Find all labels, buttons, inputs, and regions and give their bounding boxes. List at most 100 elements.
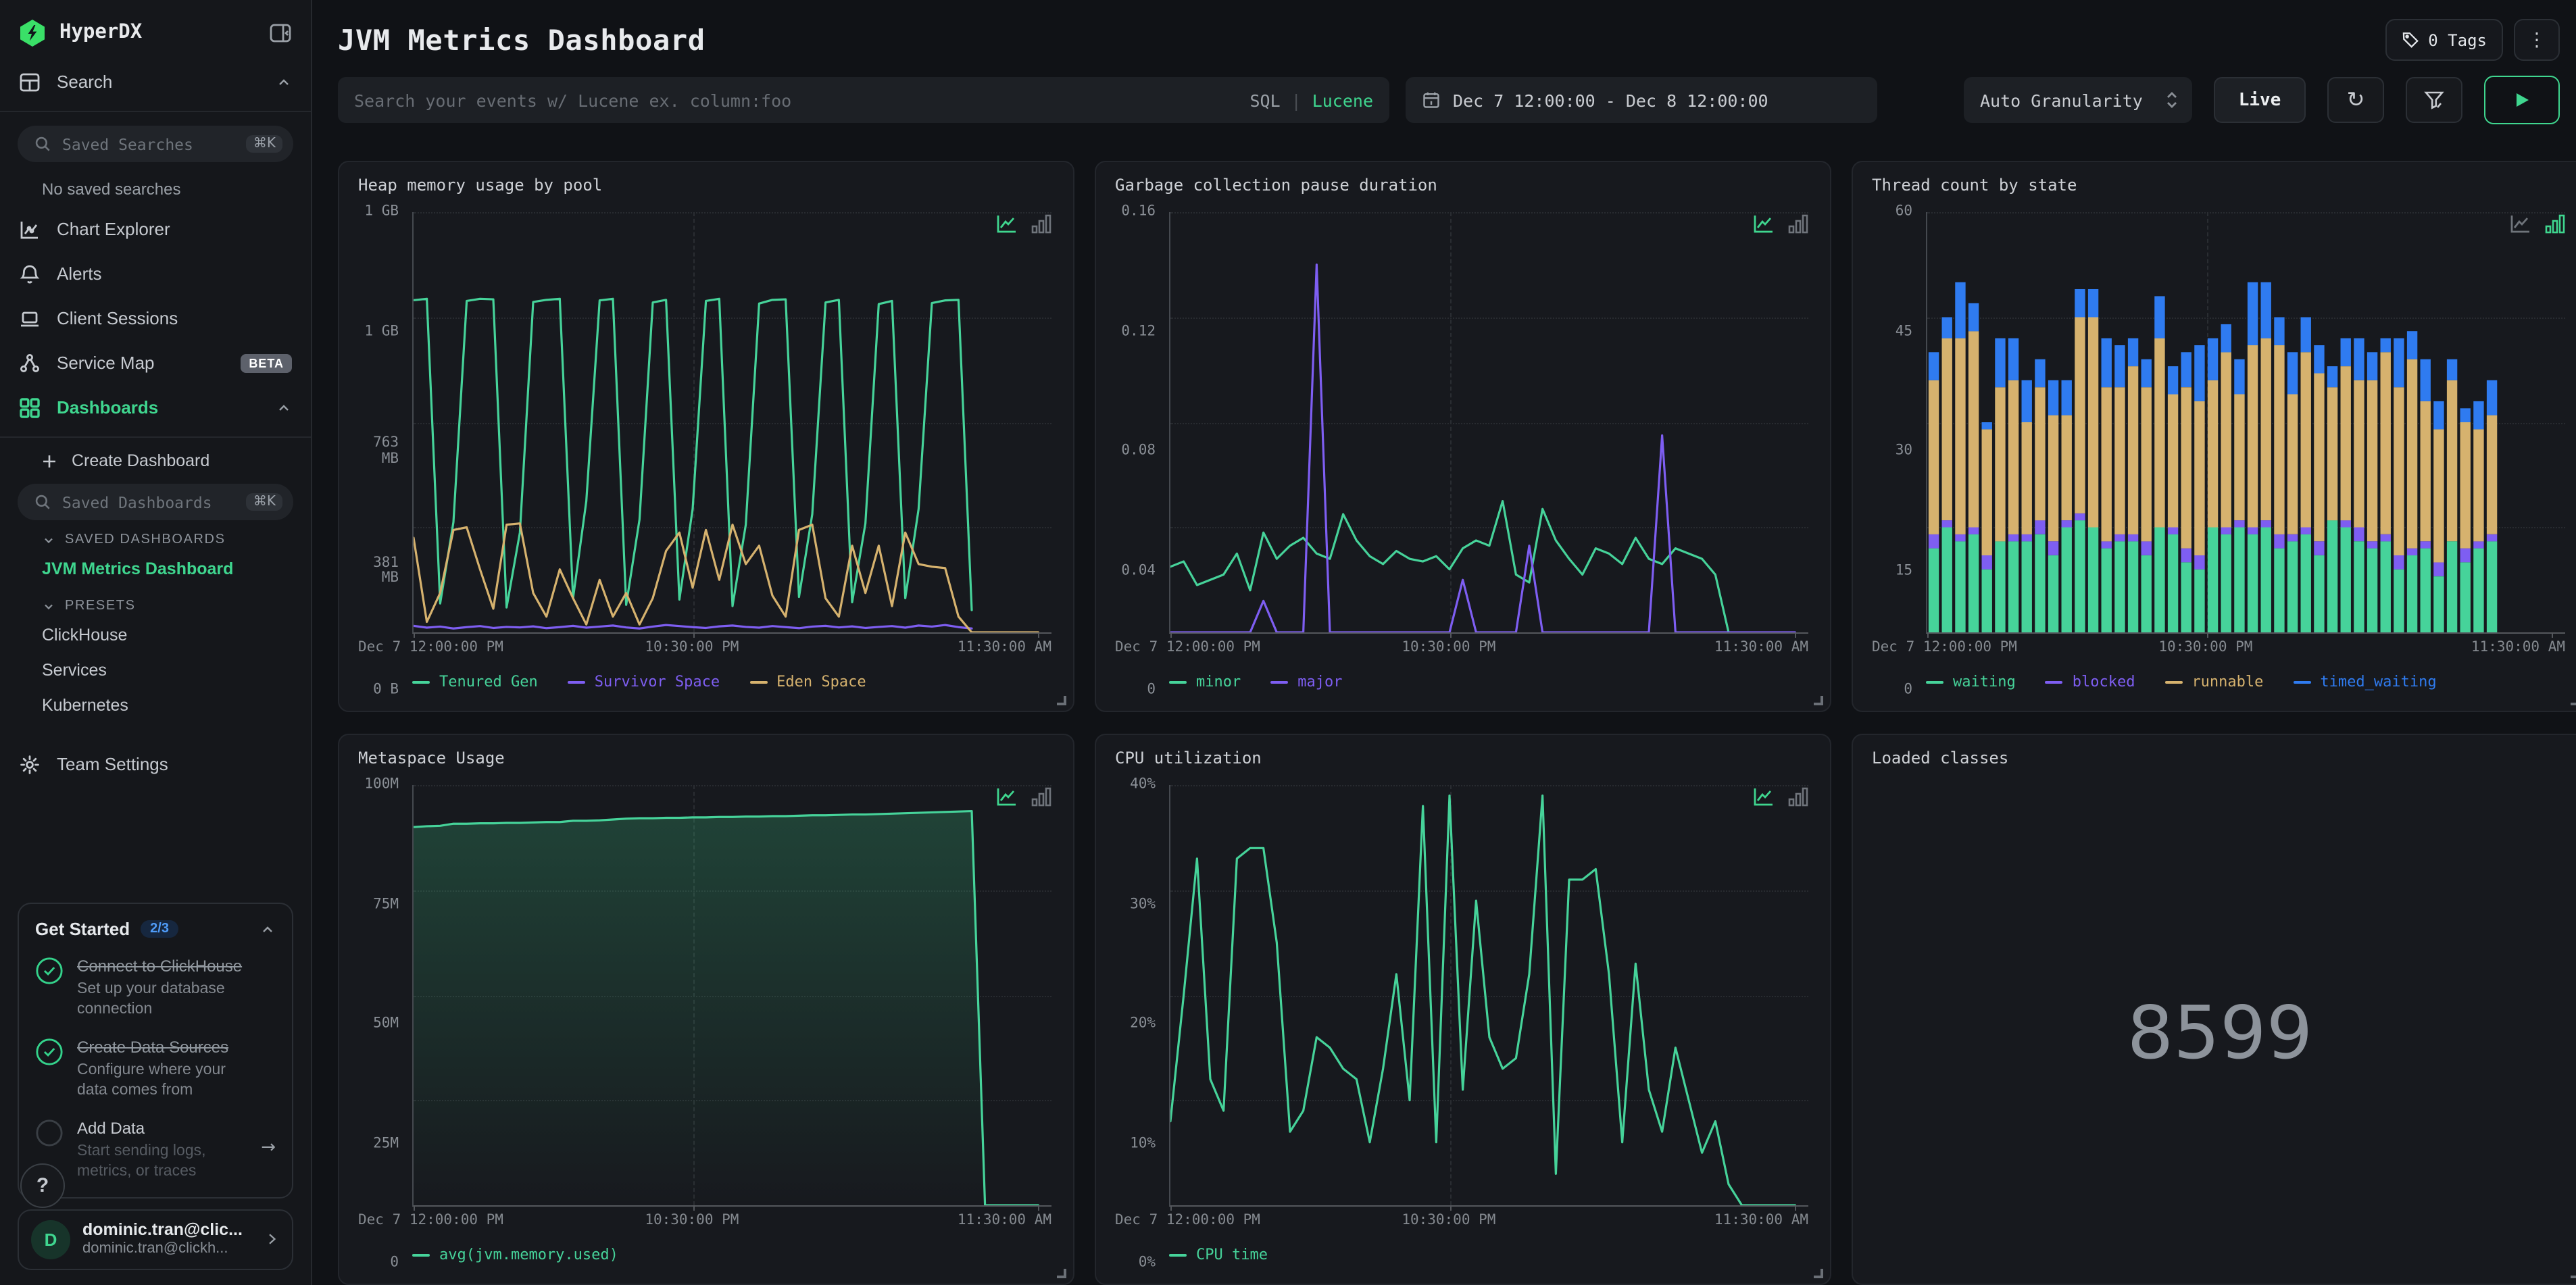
chart-legend: minor major bbox=[1169, 673, 1808, 690]
resize-handle[interactable] bbox=[1057, 1269, 1066, 1278]
x-tick-label: Dec 7 12:00:00 PM bbox=[1115, 639, 1260, 655]
y-tick-label: 0.04 bbox=[1121, 561, 1156, 578]
sidebar-item-team-settings[interactable]: Team Settings bbox=[0, 742, 311, 786]
logo-row: HyperDX bbox=[0, 0, 311, 59]
bar-chart-toggle-icon[interactable] bbox=[1788, 786, 1808, 807]
user-menu[interactable]: D dominic.tran@clic... dominic.tran@clic… bbox=[18, 1209, 293, 1270]
task-title: Connect to ClickHouse bbox=[77, 957, 243, 976]
get-started-item-add-data[interactable]: Add Data Start sending logs, metrics, or… bbox=[35, 1119, 276, 1182]
sidebar-item-dashboards[interactable]: Dashboards bbox=[0, 385, 311, 430]
resize-handle[interactable] bbox=[2571, 696, 2576, 705]
chevron-right-icon bbox=[264, 1232, 280, 1248]
more-menu-button[interactable]: ⋮ bbox=[2514, 19, 2560, 61]
y-tick-label: 0 bbox=[1147, 681, 1156, 698]
sidebar-item-client-sessions[interactable]: Client Sessions bbox=[0, 296, 311, 341]
x-tick-label: 11:30:00 AM bbox=[2471, 639, 2565, 655]
filter-button[interactable] bbox=[2406, 77, 2462, 123]
plot-area bbox=[1169, 212, 1808, 638]
loaded-classes-value: 8599 bbox=[2127, 990, 2313, 1076]
bar-chart-toggle-icon[interactable] bbox=[2545, 213, 2565, 234]
cmdk-shortcut: ⌘K bbox=[246, 493, 282, 511]
legend-item[interactable]: Eden Space bbox=[749, 673, 866, 690]
chevron-up-icon bbox=[259, 921, 276, 937]
sidebar-item-service-map[interactable]: Service Map BETA bbox=[0, 341, 311, 385]
chevron-down-icon bbox=[42, 599, 55, 613]
sidebar-item-alerts[interactable]: Alerts bbox=[0, 251, 311, 296]
refresh-button[interactable]: ↻ bbox=[2327, 77, 2384, 123]
legend-item[interactable]: minor bbox=[1169, 673, 1241, 690]
y-axis-labels: 1 GB 1 GB 763 MB 381 MB 0 B bbox=[355, 203, 405, 697]
resize-handle[interactable] bbox=[1814, 1269, 1823, 1278]
plus-icon bbox=[41, 452, 58, 470]
plot-area bbox=[1169, 785, 1808, 1211]
legend-item[interactable]: Survivor Space bbox=[567, 673, 720, 690]
chevron-up-icon bbox=[276, 399, 292, 415]
bar-chart-toggle-icon[interactable] bbox=[1031, 786, 1051, 807]
legend-item[interactable]: waiting bbox=[1926, 673, 2016, 690]
section-presets[interactable]: PRESETS bbox=[0, 586, 311, 618]
create-dashboard-button[interactable]: Create Dashboard bbox=[0, 440, 311, 473]
saved-searches-input[interactable]: Saved Searches ⌘K bbox=[18, 126, 293, 162]
get-started-item-connect[interactable]: Connect to ClickHouse Set up your databa… bbox=[35, 957, 276, 1020]
resize-handle[interactable] bbox=[1814, 696, 1823, 705]
x-axis-labels: Dec 7 12:00:00 PM 10:30:00 PM 11:30:00 AM bbox=[358, 1212, 1051, 1235]
legend-item[interactable]: avg(jvm.memory.used) bbox=[412, 1246, 618, 1263]
sidebar-item-kubernetes[interactable]: Kubernetes bbox=[0, 688, 311, 723]
legend-item[interactable]: major bbox=[1270, 673, 1343, 690]
y-tick-label: 40% bbox=[1130, 776, 1156, 792]
y-tick-label: 15 bbox=[1895, 561, 1912, 578]
sidebar-item-clickhouse[interactable]: ClickHouse bbox=[0, 618, 311, 653]
run-query-button[interactable] bbox=[2484, 76, 2560, 124]
sql-mode-toggle[interactable]: SQL bbox=[1249, 90, 1280, 110]
resize-handle[interactable] bbox=[2571, 1269, 2576, 1278]
chart-legend: avg(jvm.memory.used) bbox=[412, 1246, 1051, 1263]
create-dashboard-label: Create Dashboard bbox=[72, 451, 210, 470]
hyperdx-logo-icon bbox=[19, 18, 46, 47]
dashboard-grid: Heap memory usage by pool 1 GB 1 GB 763 MB… bbox=[338, 161, 2576, 1285]
get-started-header[interactable]: Get Started 2/3 bbox=[35, 919, 276, 939]
dashboard-header: JVM Metrics Dashboard 0 Tags ⋮ bbox=[338, 0, 2560, 62]
line-chart-toggle-icon[interactable] bbox=[2510, 213, 2531, 234]
lucene-mode-toggle[interactable]: Lucene bbox=[1312, 90, 1373, 110]
line-chart-toggle-icon[interactable] bbox=[996, 786, 1018, 807]
section-label: SAVED DASHBOARDS bbox=[65, 532, 226, 547]
resize-handle[interactable] bbox=[1057, 696, 1066, 705]
get-started-item-sources[interactable]: Create Data Sources Configure where your… bbox=[35, 1038, 276, 1101]
section-saved-dashboards[interactable]: SAVED DASHBOARDS bbox=[0, 520, 311, 551]
legend-item[interactable]: blocked bbox=[2045, 673, 2135, 690]
line-chart-toggle-icon[interactable] bbox=[1753, 213, 1775, 234]
bar-chart-toggle-icon[interactable] bbox=[1788, 213, 1808, 234]
app: HyperDX Search Saved Searches ⌘K No save… bbox=[0, 0, 2576, 1285]
sidebar-item-chart-explorer[interactable]: Chart Explorer bbox=[0, 207, 311, 251]
chevron-up-icon bbox=[276, 74, 292, 90]
help-button[interactable]: ? bbox=[20, 1163, 65, 1208]
bar-chart-toggle-icon[interactable] bbox=[1031, 213, 1051, 234]
plot-area bbox=[412, 212, 1051, 638]
tags-button[interactable]: 0 Tags bbox=[2385, 19, 2503, 61]
collapse-sidebar-icon[interactable] bbox=[269, 21, 292, 44]
check-circle-icon bbox=[35, 957, 64, 985]
saved-dashboards-input[interactable]: Saved Dashboards ⌘K bbox=[18, 484, 293, 520]
sidebar-item-jvm-metrics-dashboard[interactable]: JVM Metrics Dashboard bbox=[0, 551, 311, 586]
legend-item[interactable]: CPU time bbox=[1169, 1246, 1268, 1263]
legend-item[interactable]: runnable bbox=[2164, 673, 2263, 690]
sidebar-item-services[interactable]: Services bbox=[0, 653, 311, 688]
chart-card-cpu: CPU utilization 40% 30% 20% 10% 0% Dec 7 12:… bbox=[1095, 734, 1831, 1285]
line-chart-toggle-icon[interactable] bbox=[996, 213, 1018, 234]
line-chart-toggle-icon[interactable] bbox=[1753, 786, 1775, 807]
chart-legend: Tenured Gen Survivor Space Eden Space bbox=[412, 673, 1051, 690]
y-tick-label: 50M bbox=[373, 1015, 399, 1032]
sidebar-item-label: Alerts bbox=[57, 263, 102, 284]
live-button[interactable]: Live bbox=[2214, 77, 2306, 123]
y-tick-label: 45 bbox=[1895, 322, 1912, 339]
legend-item[interactable]: Tenured Gen bbox=[412, 673, 538, 690]
avatar: D bbox=[31, 1219, 70, 1259]
sidebar-item-search[interactable]: Search bbox=[0, 59, 311, 104]
date-range-picker[interactable]: Dec 7 12:00:00 - Dec 8 12:00:00 bbox=[1406, 77, 1877, 123]
granularity-select[interactable]: Auto Granularity bbox=[1964, 77, 2192, 123]
event-search-input[interactable]: Search your events w/ Lucene ex. column:… bbox=[338, 77, 1389, 123]
legend-item[interactable]: timed_waiting bbox=[2293, 673, 2437, 690]
tags-label: 0 Tags bbox=[2428, 30, 2487, 49]
chart-card-thread-count: Thread count by state 60 45 30 15 0 Dec 7 12… bbox=[1852, 161, 2576, 712]
y-tick-label: 0% bbox=[1138, 1254, 1156, 1271]
